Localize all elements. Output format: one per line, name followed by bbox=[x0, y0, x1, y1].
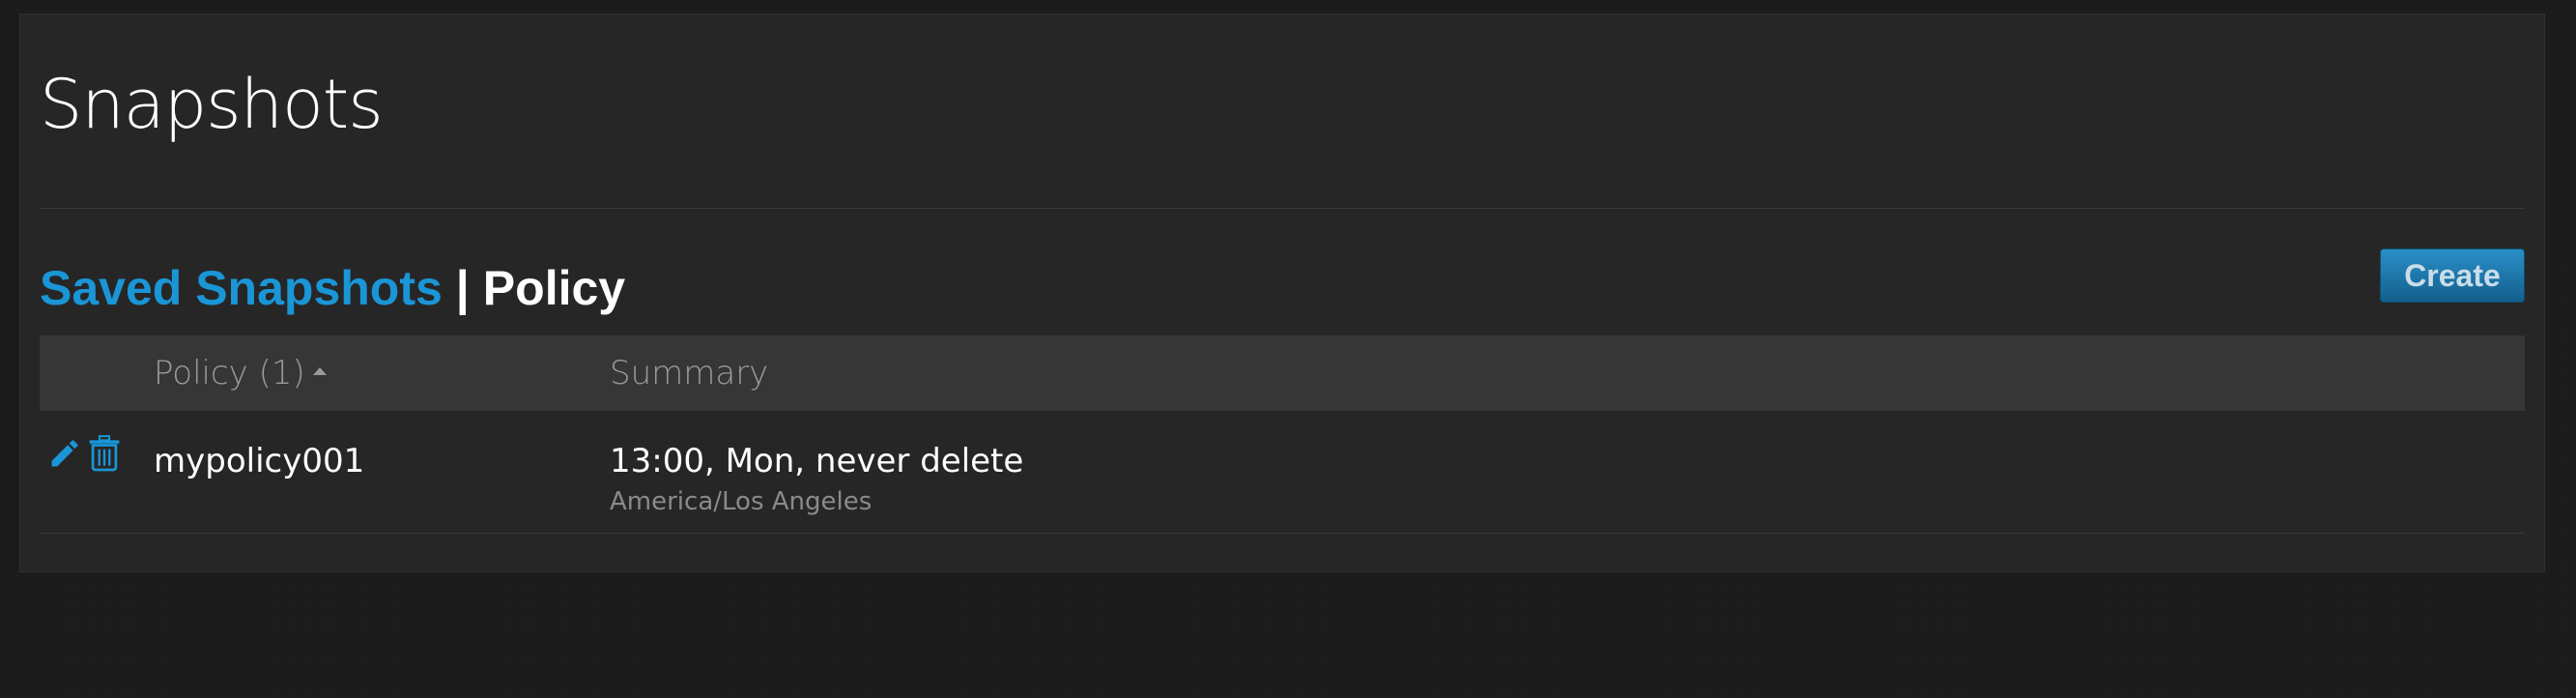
breadcrumb-separator: | bbox=[455, 261, 470, 315]
create-button[interactable]: Create bbox=[2380, 248, 2525, 303]
policy-timezone: America/Los Angeles bbox=[610, 487, 873, 516]
section-header: Saved Snapshots | Policy bbox=[40, 256, 625, 320]
table-header-row: Policy (1) Summary bbox=[40, 335, 2525, 411]
policy-summary: 13:00, Mon, never delete bbox=[610, 442, 1024, 480]
row-divider bbox=[40, 533, 2525, 534]
page-title: Snapshots bbox=[40, 65, 384, 144]
sort-ascending-icon bbox=[312, 366, 327, 375]
policy-table: Policy (1) Summary mypolicy001 13:00, Mo… bbox=[40, 335, 2525, 534]
saved-snapshots-link[interactable]: Saved Snapshots bbox=[40, 261, 443, 315]
policy-heading: Policy bbox=[482, 261, 626, 315]
title-divider bbox=[40, 208, 2525, 209]
column-header-policy-label: Policy (1) bbox=[154, 354, 305, 393]
trash-icon[interactable] bbox=[88, 435, 121, 476]
column-header-policy[interactable]: Policy (1) bbox=[154, 335, 327, 411]
pencil-icon[interactable] bbox=[47, 436, 82, 475]
policy-name-link[interactable]: mypolicy001 bbox=[154, 442, 364, 480]
column-header-summary: Summary bbox=[610, 354, 769, 393]
snapshots-panel: Snapshots Saved Snapshots | Policy Create … bbox=[19, 14, 2545, 572]
